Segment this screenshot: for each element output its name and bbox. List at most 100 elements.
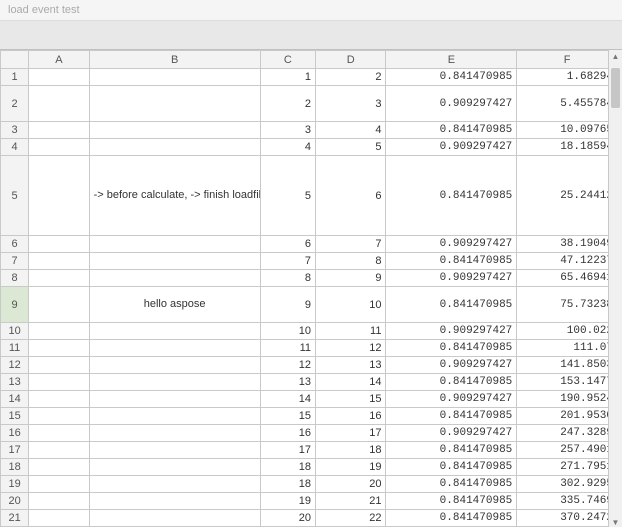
cell-A12[interactable]	[29, 357, 89, 374]
cell-F14[interactable]: 190.9524	[517, 391, 618, 408]
cell-F12[interactable]: 141.8503	[517, 357, 618, 374]
cell-B15[interactable]	[89, 408, 260, 425]
row-header[interactable]: 14	[1, 391, 29, 408]
cell-A7[interactable]	[29, 253, 89, 270]
row-header[interactable]: 18	[1, 459, 29, 476]
cell-C9[interactable]: 9	[260, 287, 315, 323]
cell-C10[interactable]: 10	[260, 323, 315, 340]
cell-C17[interactable]: 17	[260, 442, 315, 459]
cell-E8[interactable]: 0.909297427	[386, 270, 517, 287]
cell-A13[interactable]	[29, 374, 89, 391]
cell-D19[interactable]: 20	[316, 476, 386, 493]
row-header[interactable]: 9	[1, 287, 29, 323]
cell-C18[interactable]: 18	[260, 459, 315, 476]
cell-A18[interactable]	[29, 459, 89, 476]
cell-C11[interactable]: 11	[260, 340, 315, 357]
row-header[interactable]: 3	[1, 122, 29, 139]
cell-E17[interactable]: 0.841470985	[386, 442, 517, 459]
cell-D5[interactable]: 6	[316, 156, 386, 236]
cell-F11[interactable]: 111.07	[517, 340, 618, 357]
cell-C14[interactable]: 14	[260, 391, 315, 408]
cell-D10[interactable]: 11	[316, 323, 386, 340]
cell-E20[interactable]: 0.841470985	[386, 493, 517, 510]
cell-C5[interactable]: 5	[260, 156, 315, 236]
cell-A6[interactable]	[29, 236, 89, 253]
col-header-c[interactable]: C	[260, 51, 315, 69]
cell-F21[interactable]: 370.2472	[517, 510, 618, 527]
cell-A8[interactable]	[29, 270, 89, 287]
cell-A14[interactable]	[29, 391, 89, 408]
cell-D21[interactable]: 22	[316, 510, 386, 527]
cell-B20[interactable]	[89, 493, 260, 510]
cell-D6[interactable]: 7	[316, 236, 386, 253]
cell-A5[interactable]	[29, 156, 89, 236]
cell-A19[interactable]	[29, 476, 89, 493]
row-header[interactable]: 7	[1, 253, 29, 270]
cell-E7[interactable]: 0.841470985	[386, 253, 517, 270]
cell-E2[interactable]: 0.909297427	[386, 86, 517, 122]
cell-F6[interactable]: 38.19049	[517, 236, 618, 253]
row-header[interactable]: 20	[1, 493, 29, 510]
cell-D12[interactable]: 13	[316, 357, 386, 374]
cell-D14[interactable]: 15	[316, 391, 386, 408]
row-header[interactable]: 10	[1, 323, 29, 340]
row-header[interactable]: 6	[1, 236, 29, 253]
vertical-scrollbar[interactable]: ▲ ▼	[608, 50, 622, 527]
row-header[interactable]: 5	[1, 156, 29, 236]
cell-F16[interactable]: 247.3289	[517, 425, 618, 442]
cell-D8[interactable]: 9	[316, 270, 386, 287]
cell-D9[interactable]: 10	[316, 287, 386, 323]
cell-A1[interactable]	[29, 69, 89, 86]
row-header[interactable]: 13	[1, 374, 29, 391]
cell-F19[interactable]: 302.9295	[517, 476, 618, 493]
cell-E9[interactable]: 0.841470985	[386, 287, 517, 323]
cell-E13[interactable]: 0.841470985	[386, 374, 517, 391]
row-header[interactable]: 17	[1, 442, 29, 459]
cell-A20[interactable]	[29, 493, 89, 510]
cell-F10[interactable]: 100.022	[517, 323, 618, 340]
cell-B19[interactable]	[89, 476, 260, 493]
row-header[interactable]: 1	[1, 69, 29, 86]
grid-viewport[interactable]: A B C D E F 1120.8414709851.682942230.90…	[0, 50, 622, 527]
cell-A21[interactable]	[29, 510, 89, 527]
cell-D11[interactable]: 12	[316, 340, 386, 357]
cell-B14[interactable]	[89, 391, 260, 408]
cell-A11[interactable]	[29, 340, 89, 357]
cell-B18[interactable]	[89, 459, 260, 476]
row-header[interactable]: 4	[1, 139, 29, 156]
cell-C6[interactable]: 6	[260, 236, 315, 253]
cell-D2[interactable]: 3	[316, 86, 386, 122]
cell-F2[interactable]: 5.455784	[517, 86, 618, 122]
cell-D13[interactable]: 14	[316, 374, 386, 391]
col-header-e[interactable]: E	[386, 51, 517, 69]
cell-E3[interactable]: 0.841470985	[386, 122, 517, 139]
cell-C1[interactable]: 1	[260, 69, 315, 86]
cell-A9[interactable]	[29, 287, 89, 323]
row-header[interactable]: 2	[1, 86, 29, 122]
cell-B3[interactable]	[89, 122, 260, 139]
col-header-b[interactable]: B	[89, 51, 260, 69]
cell-A15[interactable]	[29, 408, 89, 425]
cell-F3[interactable]: 10.09765	[517, 122, 618, 139]
cell-D20[interactable]: 21	[316, 493, 386, 510]
cell-B16[interactable]	[89, 425, 260, 442]
scroll-down-arrow-icon[interactable]: ▼	[609, 516, 622, 527]
scroll-thumb[interactable]	[611, 68, 620, 108]
cell-D3[interactable]: 4	[316, 122, 386, 139]
cell-B4[interactable]	[89, 139, 260, 156]
select-all-corner[interactable]	[1, 51, 29, 69]
cell-B8[interactable]	[89, 270, 260, 287]
cell-A17[interactable]	[29, 442, 89, 459]
cell-A2[interactable]	[29, 86, 89, 122]
cell-D16[interactable]: 17	[316, 425, 386, 442]
cell-F1[interactable]: 1.68294	[517, 69, 618, 86]
cell-B11[interactable]	[89, 340, 260, 357]
cell-F7[interactable]: 47.12237	[517, 253, 618, 270]
cell-E11[interactable]: 0.841470985	[386, 340, 517, 357]
cell-B17[interactable]	[89, 442, 260, 459]
row-header[interactable]: 16	[1, 425, 29, 442]
col-header-a[interactable]: A	[29, 51, 89, 69]
cell-E18[interactable]: 0.841470985	[386, 459, 517, 476]
cell-E5[interactable]: 0.841470985	[386, 156, 517, 236]
cell-C16[interactable]: 16	[260, 425, 315, 442]
